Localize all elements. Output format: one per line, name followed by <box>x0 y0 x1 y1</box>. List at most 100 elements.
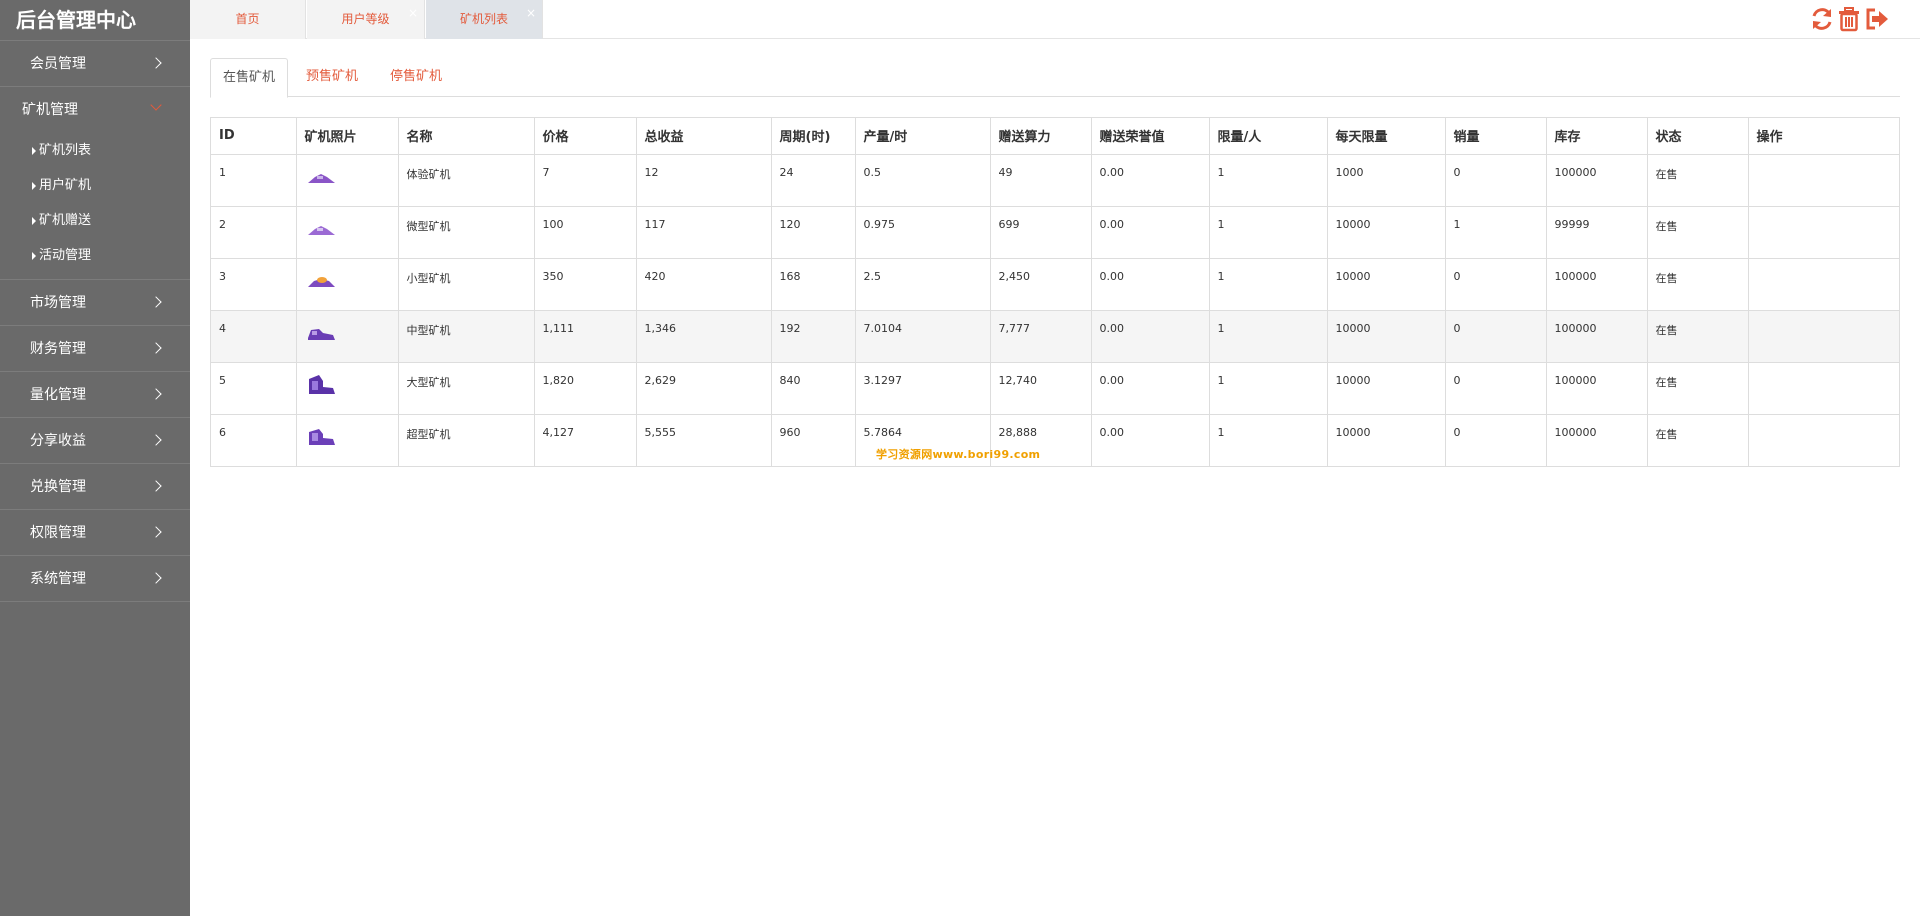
sidebar-item-share[interactable]: 分享收益 <box>0 418 190 464</box>
tab-label: 矿机列表 <box>459 12 508 26</box>
cell-name: 体验矿机 <box>398 153 535 206</box>
table-row: 4 中型矿机 1,111 1,346 192 7.0104 7,777 0.00… <box>211 309 1899 362</box>
sidebar-item-finance[interactable]: 财务管理 <box>0 326 190 372</box>
cell-power: 12,740 <box>990 361 1092 414</box>
cell-sold: 0 <box>1445 361 1547 414</box>
table-row: 5 大型矿机 1,820 2,629 840 3.1297 12,740 0.0… <box>211 361 1899 414</box>
cell-action <box>1748 257 1899 310</box>
sidebar-item-member[interactable]: 会员管理 <box>0 41 190 87</box>
column-header: 每天限量 <box>1327 118 1446 155</box>
refresh-icon[interactable] <box>1810 6 1834 32</box>
close-icon[interactable]: × <box>526 0 536 33</box>
close-icon[interactable]: × <box>408 0 418 33</box>
logout-icon[interactable] <box>1865 6 1889 32</box>
cell-total: 12 <box>636 153 772 206</box>
cell-price: 1,111 <box>534 309 637 362</box>
toolbar <box>1810 6 1900 32</box>
sidebar-subitem-label: 矿机列表 <box>39 143 92 158</box>
cell-photo <box>296 361 399 414</box>
chevron-down-icon <box>150 87 164 133</box>
sidebar-item-quant[interactable]: 量化管理 <box>0 372 190 418</box>
sidebar-subitem-miner-gift[interactable]: 矿机赠送 <box>0 203 190 238</box>
cell-name: 中型矿机 <box>398 309 535 362</box>
tab-user-level[interactable]: 用户等级 × <box>307 0 425 39</box>
sidebar-item-system[interactable]: 系统管理 <box>0 556 190 602</box>
column-header: 价格 <box>534 118 637 155</box>
column-header: 周期(时) <box>771 118 856 155</box>
subtab-presale[interactable]: 预售矿机 <box>294 58 370 97</box>
cell-action <box>1748 153 1899 206</box>
cell-id: 3 <box>211 257 297 310</box>
cell-action <box>1748 205 1899 258</box>
column-header: 名称 <box>398 118 535 155</box>
sidebar-item-exchange[interactable]: 兑换管理 <box>0 464 190 510</box>
cell-limit: 1 <box>1209 153 1328 206</box>
cell-honor: 0.00 <box>1091 361 1210 414</box>
caret-right-icon <box>32 182 36 190</box>
cell-stock: 100000 <box>1546 309 1648 362</box>
caret-right-icon <box>32 252 36 260</box>
cell-limit: 1 <box>1209 361 1328 414</box>
cell-honor: 0.00 <box>1091 257 1210 310</box>
trash-icon[interactable] <box>1837 6 1861 32</box>
miner-photo <box>307 173 335 183</box>
column-header: 销量 <box>1445 118 1547 155</box>
cell-total: 420 <box>636 257 772 310</box>
column-header: 总收益 <box>636 118 772 155</box>
table-row: 3 小型矿机 350 420 168 2.5 2,450 0.00 1 1000… <box>211 257 1899 310</box>
column-header: 赠送荣誉值 <box>1091 118 1210 155</box>
sidebar-item-miner[interactable]: 矿机管理 <box>0 87 190 133</box>
tab-home[interactable]: 首页 <box>190 0 306 39</box>
cell-status: 在售 <box>1647 361 1749 414</box>
cell-honor: 0.00 <box>1091 153 1210 206</box>
cell-id: 4 <box>211 309 297 362</box>
tab-miner-list[interactable]: 矿机列表 × <box>426 0 543 39</box>
cell-daily: 10000 <box>1327 413 1446 466</box>
cell-price: 4,127 <box>534 413 637 466</box>
cell-honor: 0.00 <box>1091 309 1210 362</box>
cell-price: 350 <box>534 257 637 310</box>
cell-power: 699 <box>990 205 1092 258</box>
cell-status: 在售 <box>1647 413 1749 466</box>
cell-daily: 10000 <box>1327 309 1446 362</box>
chevron-right-icon <box>150 510 164 556</box>
cell-cycle: 192 <box>771 309 856 362</box>
cell-name: 超型矿机 <box>398 413 535 466</box>
cell-rate: 7.0104 <box>855 309 991 362</box>
caret-right-icon <box>32 217 36 225</box>
cell-stock: 100000 <box>1546 257 1648 310</box>
cell-daily: 10000 <box>1327 205 1446 258</box>
chevron-right-icon <box>150 464 164 510</box>
cell-id: 5 <box>211 361 297 414</box>
cell-cycle: 840 <box>771 361 856 414</box>
sidebar-item-permission[interactable]: 权限管理 <box>0 510 190 556</box>
sidebar-item-market[interactable]: 市场管理 <box>0 280 190 326</box>
sidebar: 后台管理中心 会员管理 矿机管理 矿机列表 用户矿机 矿机赠送 活动管理 市场管… <box>0 0 190 916</box>
subtab-on-sale[interactable]: 在售矿机 <box>210 58 289 98</box>
cell-cycle: 168 <box>771 257 856 310</box>
cell-id: 2 <box>211 205 297 258</box>
sidebar-subitem-activity[interactable]: 活动管理 <box>0 238 190 273</box>
table-body: 1 体验矿机 7 12 24 0.5 49 0.00 1 1000 0 1000… <box>211 153 1899 466</box>
subtab-discontinued[interactable]: 停售矿机 <box>378 58 454 97</box>
cell-action <box>1748 361 1899 414</box>
cell-sold: 0 <box>1445 413 1547 466</box>
cell-daily: 1000 <box>1327 153 1446 206</box>
sidebar-subitem-user-miner[interactable]: 用户矿机 <box>0 168 190 203</box>
sidebar-subitem-miner-list[interactable]: 矿机列表 <box>0 133 190 168</box>
sidebar-subitem-label: 用户矿机 <box>39 178 92 193</box>
miner-photo <box>308 428 335 445</box>
cell-action <box>1748 413 1899 466</box>
app-title: 后台管理中心 <box>16 8 136 32</box>
cell-status: 在售 <box>1647 153 1749 206</box>
column-header: 产量/时 <box>855 118 991 155</box>
cell-stock: 100000 <box>1546 413 1648 466</box>
cell-cycle: 960 <box>771 413 856 466</box>
sidebar-submenu-miner: 矿机列表 用户矿机 矿机赠送 活动管理 <box>0 133 190 280</box>
main-content: 在售矿机 预售矿机 停售矿机 ID 矿机照片 名称 价格 总收益 周期(时) 产… <box>210 58 1900 467</box>
cell-photo <box>296 257 399 310</box>
cell-cycle: 120 <box>771 205 856 258</box>
sidebar-item-label: 市场管理 <box>30 295 86 311</box>
cell-total: 2,629 <box>636 361 772 414</box>
sidebar-item-label: 分享收益 <box>30 433 86 449</box>
